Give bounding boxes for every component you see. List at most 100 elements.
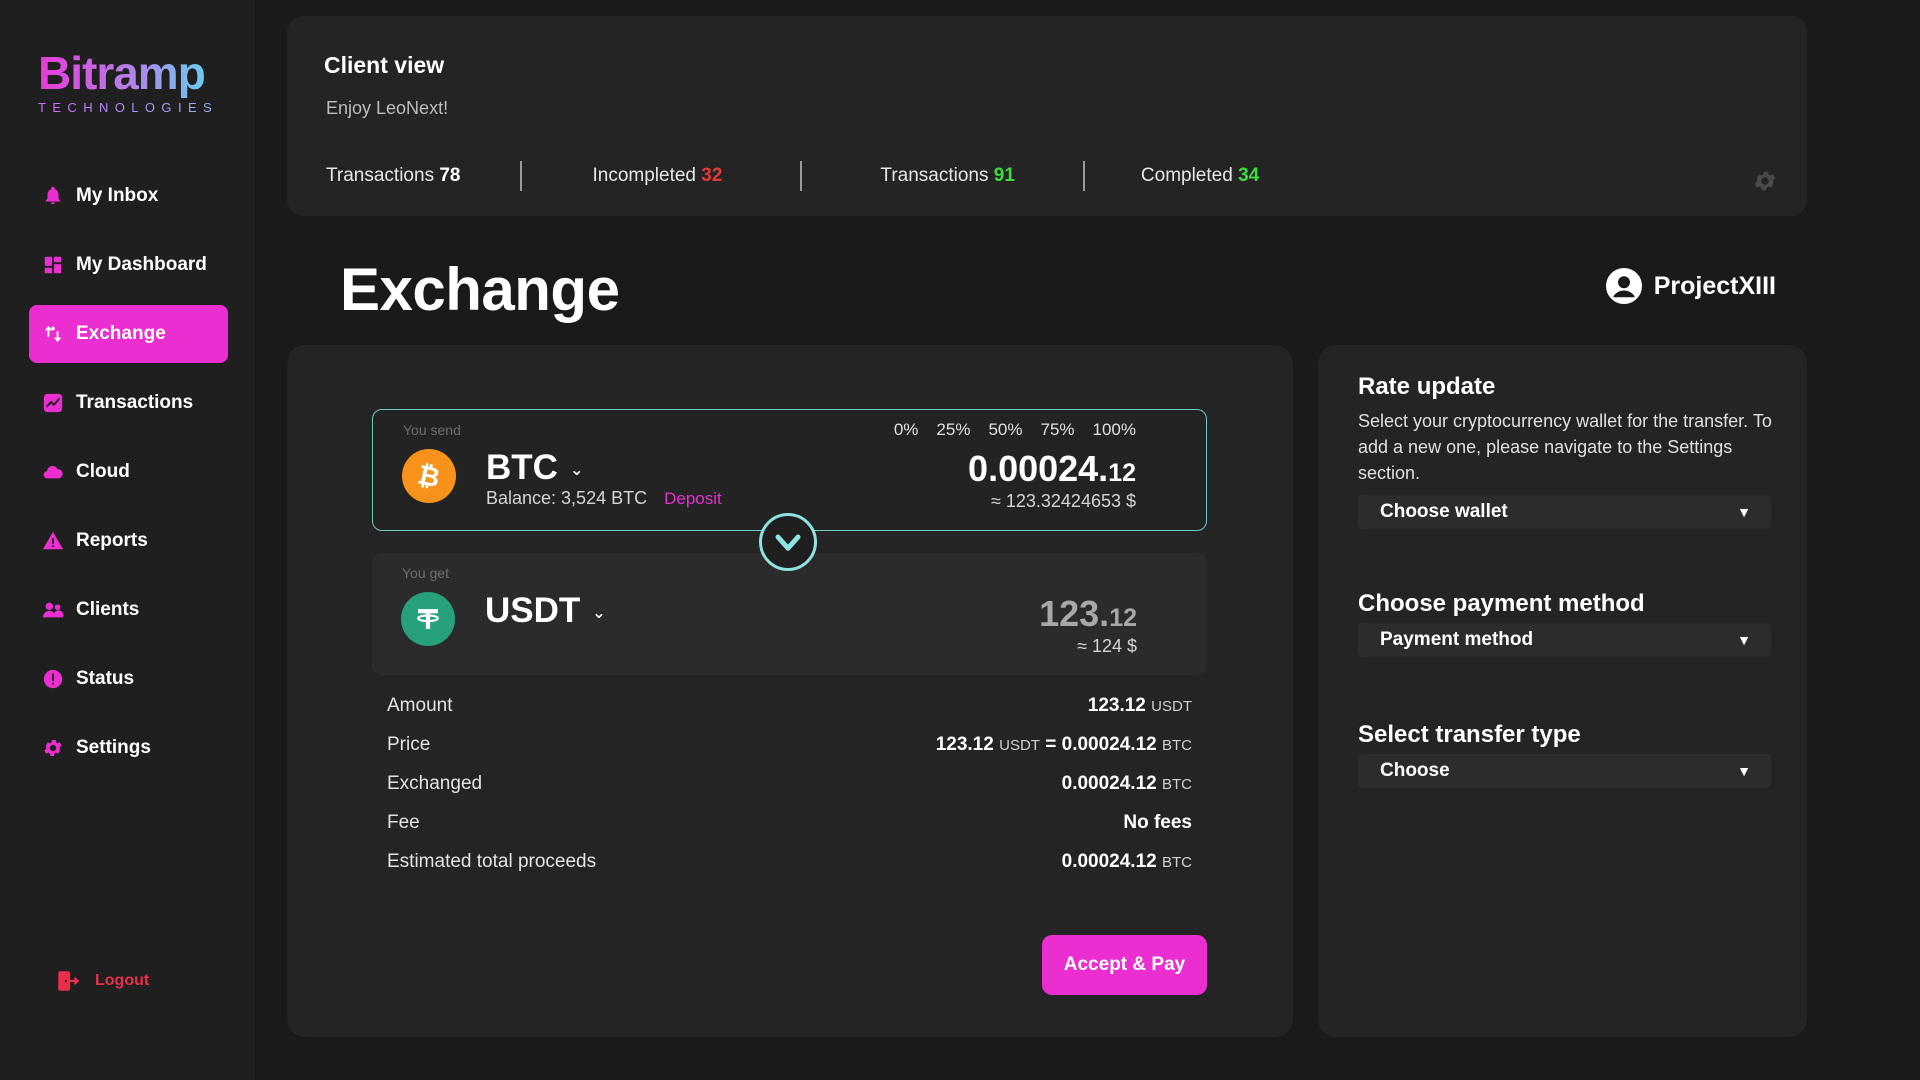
price-equals: = [1045,734,1057,755]
transfer-type-select[interactable]: Choose ▼ [1358,754,1771,788]
alert-circle-icon [42,668,64,690]
payment-method-select[interactable]: Payment method ▼ [1358,623,1771,657]
wallet-select-value: Choose wallet [1380,501,1508,522]
logout-icon [58,971,80,991]
price-left-value: 123.12 [935,734,994,755]
payment-method-value: Payment method [1380,629,1534,650]
get-amount: 123.12 [1039,593,1137,635]
exchange-panel: You send ₿ BTC ⌄ Balance: 3,524 BTC Depo… [287,345,1293,1037]
sidebar-item-label: My Inbox [76,185,159,206]
gear-icon [42,737,64,759]
deposit-link[interactable]: Deposit [664,489,722,508]
stat-label: Transactions [326,165,435,186]
percent-75[interactable]: 75% [1040,420,1074,440]
brand-name: Bitramp [38,48,218,98]
grid-icon [42,254,64,276]
percent-options: 0% 25% 50% 75% 100% [876,420,1136,440]
sidebar-item-cloud[interactable]: Cloud [29,443,228,501]
detail-row-price: Price 123.12 USDT = 0.00024.12 BTC [387,734,1192,773]
sidebar: Bitramp TECHNOLOGIES My Inbox My Dashboa… [0,0,255,1080]
detail-label: Amount [387,695,453,716]
bell-icon [42,185,64,207]
rate-update-title: Rate update [1358,373,1496,400]
payment-method-title: Choose payment method [1358,590,1645,617]
percent-100[interactable]: 100% [1093,420,1136,440]
swap-button[interactable] [759,513,817,571]
sidebar-item-settings[interactable]: Settings [29,719,228,777]
transfer-type-value: Choose [1380,760,1450,781]
amount-value: 123.12 [1087,695,1146,716]
stat-incompleted[interactable]: Incompleted 32 [592,165,722,187]
detail-row-fee: Fee No fees [387,812,1192,851]
detail-row-exchanged: Exchanged 0.00024.12 BTC [387,773,1192,812]
stat-label: Transactions [880,165,989,186]
sidebar-item-clients[interactable]: Clients [29,581,228,639]
send-label: You send [403,422,461,438]
brand-logo[interactable]: Bitramp TECHNOLOGIES [38,48,218,115]
detail-label: Estimated total proceeds [387,851,597,872]
stat-divider [1082,161,1085,191]
get-box[interactable]: You get USDT ⌄ 123.12 ≈ 124 $ [372,553,1207,675]
detail-label: Exchanged [387,773,483,794]
sidebar-item-label: Status [76,668,135,689]
send-amount-decimals: 12 [1108,459,1136,487]
price-right-unit: BTC [1162,737,1192,754]
get-coin-select[interactable]: USDT ⌄ [485,591,606,631]
get-approx-usd: ≈ 124 $ [1077,636,1137,656]
send-coin-select[interactable]: BTC ⌄ [486,448,583,488]
sidebar-item-my-dashboard[interactable]: My Dashboard [29,236,228,294]
cloud-icon [42,461,64,483]
user-name: ProjectXIII [1653,271,1776,300]
send-amount-main: 0.00024. [968,448,1109,489]
detail-label: Fee [387,812,420,833]
sidebar-item-my-inbox[interactable]: My Inbox [29,167,228,225]
sidebar-item-exchange[interactable]: Exchange [29,305,228,363]
detail-row-total: Estimated total proceeds 0.00024.12 BTC [387,851,1192,890]
detail-value: 123.12 USDT = 0.00024.12 BTC [936,734,1192,756]
get-amount-main: 123. [1039,593,1110,634]
btc-icon: ₿ [402,449,456,503]
stat-value: 91 [993,165,1015,186]
fee-value: No fees [1123,812,1192,833]
rate-update-description: Select your cryptocurrency wallet for th… [1358,411,1772,483]
percent-50[interactable]: 50% [988,420,1022,440]
detail-value: 0.00024.12 BTC [1062,851,1192,873]
amount-unit: USDT [1151,698,1192,715]
send-amount[interactable]: 0.00024.12 [968,448,1136,490]
user-avatar-icon [1605,268,1642,304]
brand-tagline: TECHNOLOGIES [38,100,219,115]
exchange-details: Amount 123.12 USDT Price 123.12 USDT = 0… [387,695,1192,890]
price-right-value: 0.00024.12 [1061,734,1157,755]
sidebar-item-reports[interactable]: Reports [29,512,228,570]
stat-value: 32 [701,165,723,186]
stat-label: Completed [1140,165,1233,186]
percent-25[interactable]: 25% [936,420,970,440]
logout-label: Logout [95,972,150,989]
caret-down-icon: ▼ [1737,763,1751,779]
sidebar-item-label: Exchange [76,323,166,344]
send-approx-usd: ≈ 123.32424653 $ [990,491,1136,511]
sidebar-item-status[interactable]: Status [29,650,228,708]
total-unit: BTC [1162,854,1192,871]
wallet-select[interactable]: Choose wallet ▼ [1358,495,1771,529]
accept-pay-button[interactable]: Accept & Pay [1042,935,1207,995]
stat-completed[interactable]: Completed 34 [1141,165,1259,187]
chevron-down-icon: ⌄ [592,605,606,622]
settings-panel: Rate update Select your cryptocurrency w… [1318,345,1807,1037]
sidebar-item-label: Cloud [76,461,130,482]
send-coin-name: BTC [486,448,558,487]
balance-value: Balance: 3,524 BTC [486,488,648,508]
percent-0[interactable]: 0% [894,420,919,440]
user-profile[interactable]: ProjectXIII [1605,268,1776,304]
stat-value: 34 [1238,165,1260,186]
sidebar-item-transactions[interactable]: Transactions [29,374,228,432]
logout-button[interactable]: Logout [55,968,149,994]
get-amount-decimals: 12 [1109,604,1137,632]
stat-transactions-2[interactable]: Transactions 91 [880,165,1014,187]
settings-gear-icon[interactable] [1752,168,1778,194]
stat-divider [520,161,523,191]
warning-icon [42,530,64,552]
detail-value: 123.12 USDT [1088,695,1192,717]
transfer-type-title: Select transfer type [1358,721,1581,748]
stat-transactions[interactable]: Transactions 78 [326,165,460,187]
